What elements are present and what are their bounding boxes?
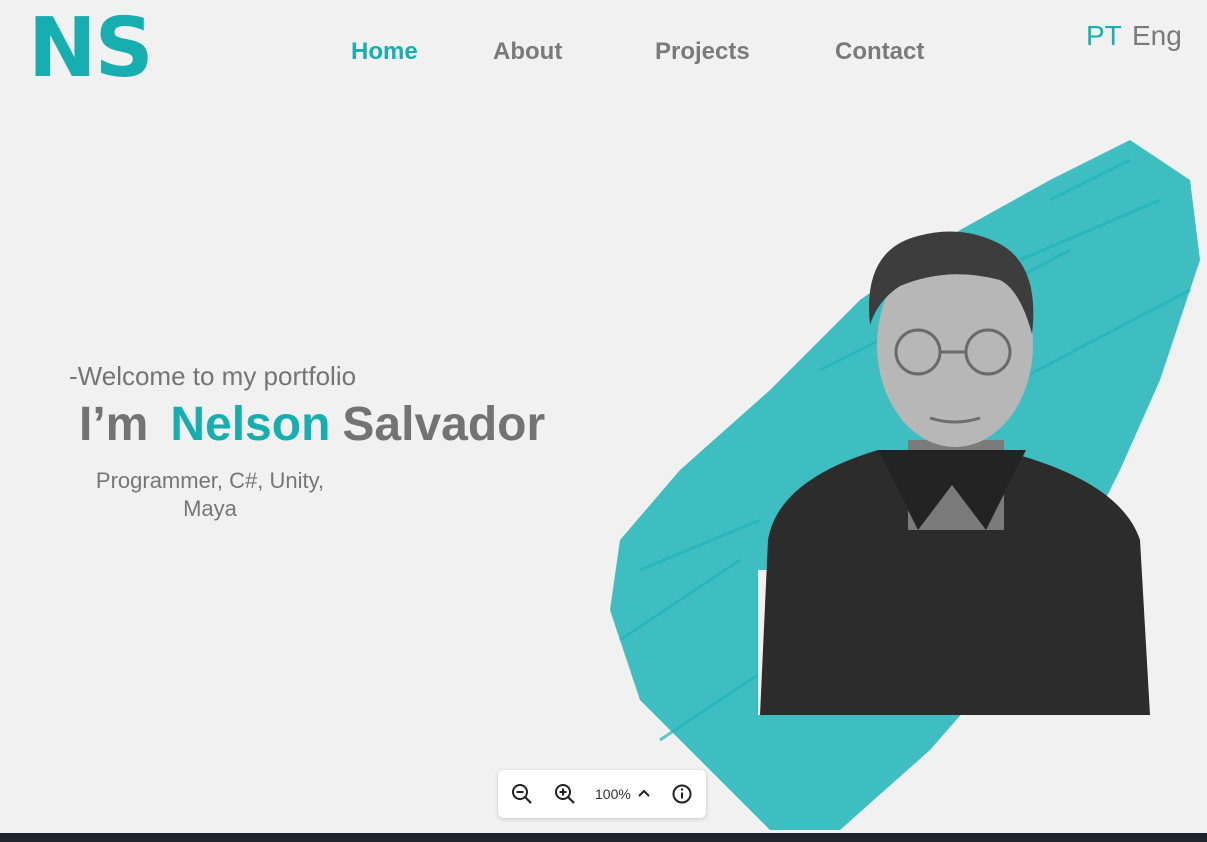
hero-headline: I’m Nelson Salvador — [79, 396, 545, 454]
language-pt[interactable]: PT — [1086, 20, 1122, 52]
zoom-out-icon[interactable] — [510, 782, 534, 806]
chevron-up-icon[interactable] — [632, 782, 656, 806]
main-nav: Home About Projects Contact — [0, 38, 1207, 68]
roles-text: Programmer, C#, Unity, Maya — [70, 467, 350, 523]
hero-portrait-image — [610, 140, 1200, 830]
nav-projects[interactable]: Projects — [655, 38, 750, 66]
info-icon[interactable] — [670, 782, 694, 806]
nav-contact[interactable]: Contact — [835, 38, 924, 66]
nav-about[interactable]: About — [493, 38, 562, 66]
zoom-level-readout: 100% — [595, 786, 631, 802]
headline-first-name: Nelson — [170, 398, 331, 451]
roles-line-2: Maya — [183, 496, 237, 521]
nav-home[interactable]: Home — [351, 38, 418, 66]
welcome-text: -Welcome to my portfolio — [69, 361, 357, 391]
zoom-toolbar: 100% — [498, 770, 706, 818]
headline-last-name: Salvador — [342, 398, 546, 451]
roles-line-1: Programmer, C#, Unity, — [95, 468, 325, 493]
language-eng[interactable]: Eng — [1132, 20, 1182, 52]
bottom-bar — [0, 833, 1207, 842]
headline-im: I’m — [79, 398, 149, 451]
zoom-in-icon[interactable] — [553, 782, 577, 806]
